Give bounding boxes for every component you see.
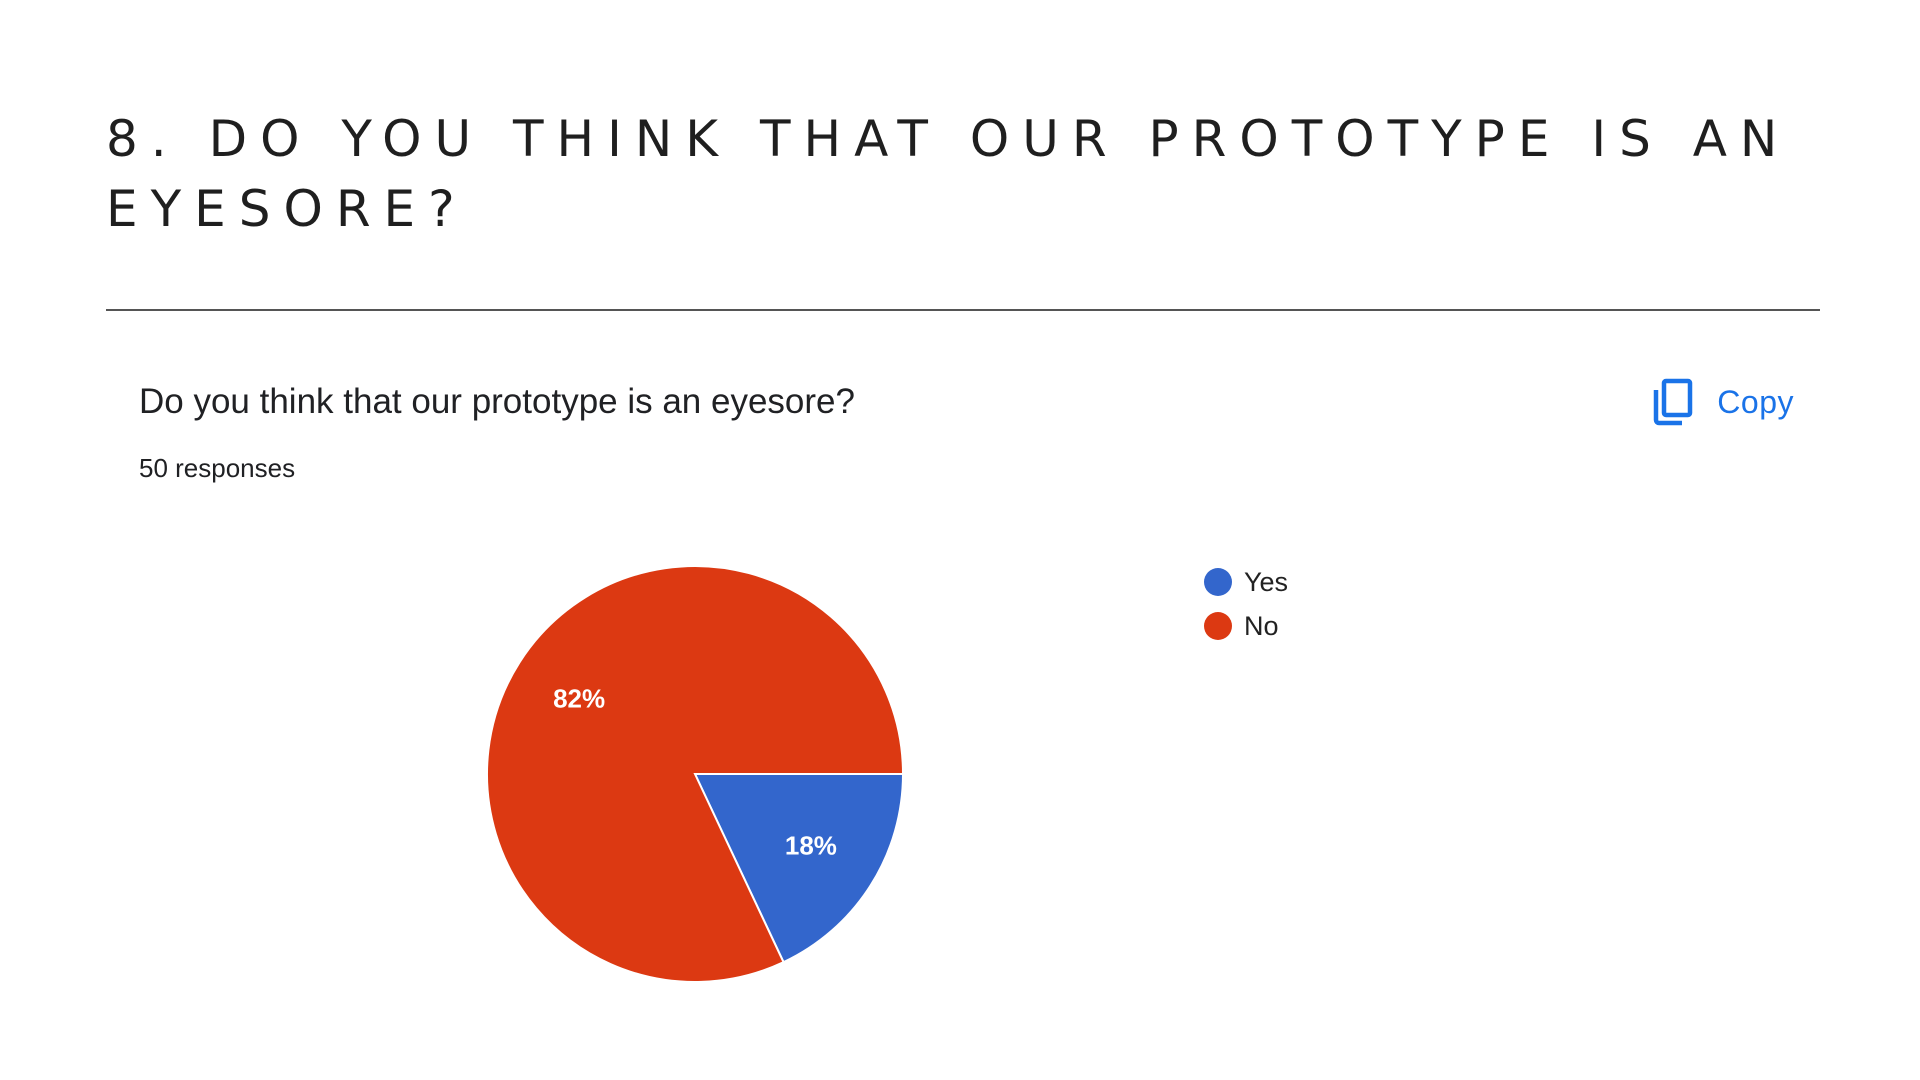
slide-title: 8. Do you think that our prototype is an… — [106, 110, 1791, 238]
pie-label-yes: 18% — [785, 830, 837, 860]
pie-chart: 18% 82% — [486, 565, 905, 983]
legend-item-no: No — [1204, 604, 1288, 648]
pie-label-no: 82% — [553, 683, 605, 713]
legend-label-yes: Yes — [1244, 566, 1289, 597]
legend-item-yes: Yes — [1204, 560, 1288, 604]
legend-label-no: No — [1244, 610, 1279, 641]
slide: 8. Do you think that our prototype is an… — [0, 0, 1920, 1080]
title-divider — [106, 309, 1820, 311]
legend-swatch-yes — [1204, 568, 1232, 596]
legend-swatch-no — [1204, 612, 1232, 640]
chart-legend: Yes No — [1204, 560, 1288, 648]
question-summary-card: Do you think that our prototype is an ey… — [106, 360, 1820, 1040]
